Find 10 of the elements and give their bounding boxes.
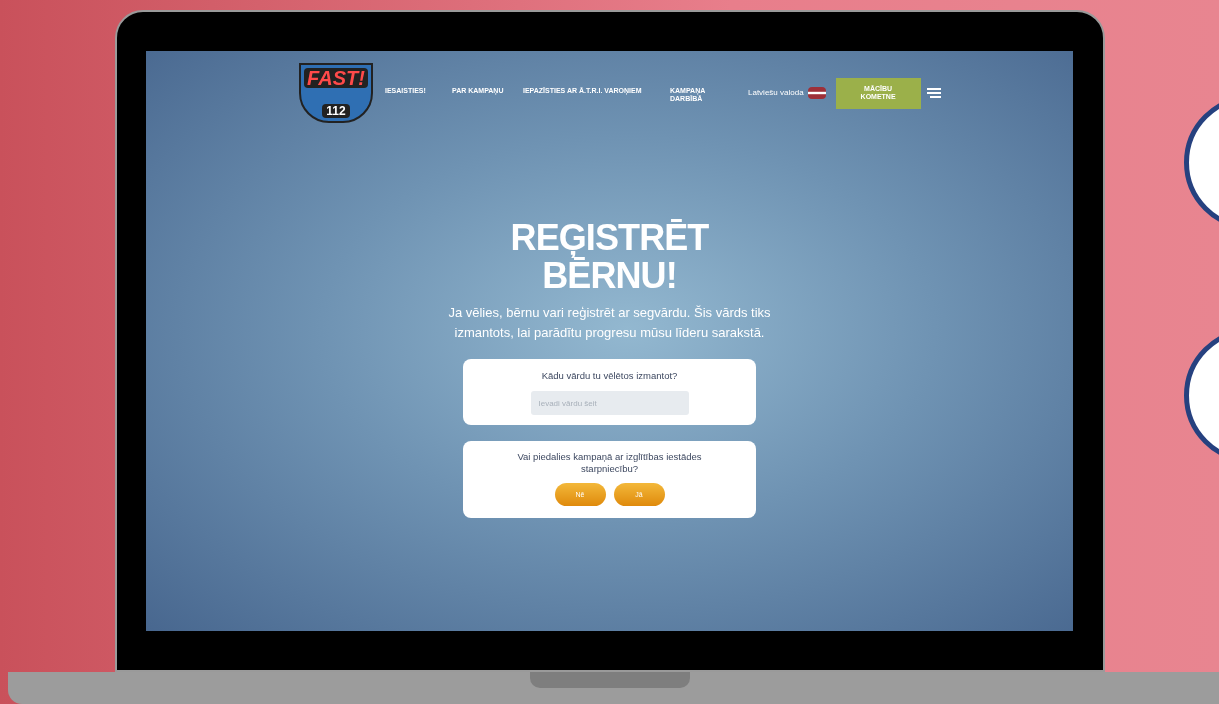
name-question: Kādu vārdu tu vēlētos izmantot? xyxy=(541,369,678,383)
menu-icon[interactable] xyxy=(926,87,941,99)
logo-title: FAST! xyxy=(304,68,368,88)
logo[interactable]: FAST! 112 xyxy=(299,63,373,123)
language-label[interactable]: Latviešu valoda xyxy=(748,87,804,99)
flag-icon xyxy=(807,87,826,99)
school-question: Vai piedalies kampaņā ar izglītības iestādes starpniecību? xyxy=(516,451,703,476)
intro-text: Ja vēlies, bērnu vari reģistrēt ar segvārdu. Šis vārds tiks izmantots, lai parādītu progresu mūsu līderu sarakstā. xyxy=(447,304,772,342)
logo-number: 112 xyxy=(322,104,350,118)
page-title: REĢISTRĒT BĒRNU! xyxy=(509,219,710,295)
